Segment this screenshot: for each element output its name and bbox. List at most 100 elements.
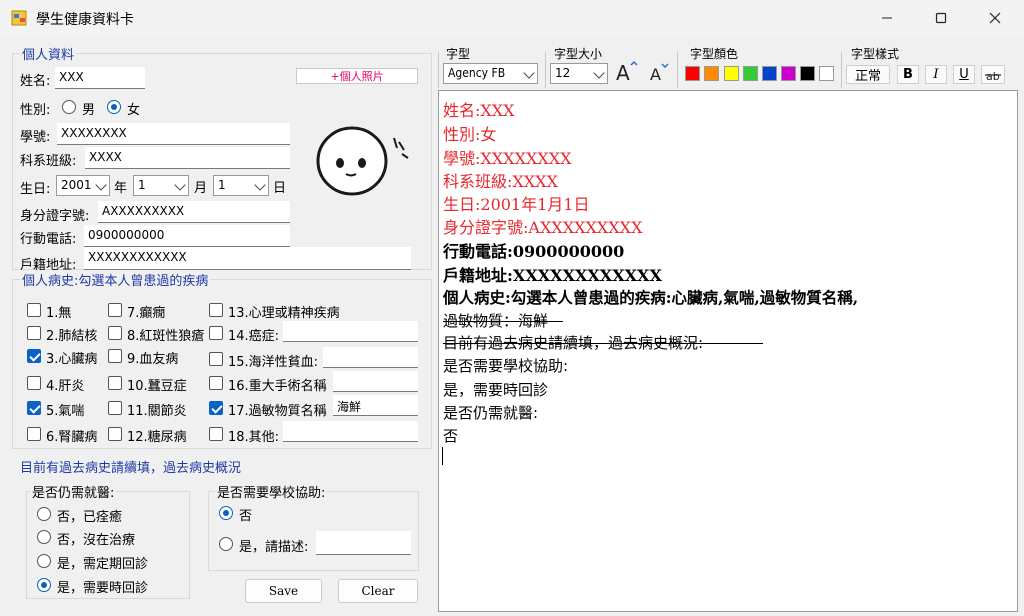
- treatment-radio-2[interactable]: [37, 530, 51, 544]
- past-history-note: 目前有過去病史請續填，過去病史概況: [20, 461, 242, 476]
- editor-line: 學號:XXXXXXXX: [443, 149, 572, 168]
- style-bold-button[interactable]: B: [897, 65, 919, 84]
- checkbox-history-15[interactable]: [209, 352, 223, 366]
- style-underline-button[interactable]: U: [953, 65, 975, 84]
- color-swatch-green[interactable]: [743, 66, 758, 81]
- color-swatch-white[interactable]: [819, 66, 834, 81]
- birth-year-select[interactable]: 2001: [56, 175, 110, 196]
- checkbox-history-2[interactable]: [27, 326, 41, 340]
- allergy-input[interactable]: 海鮮: [333, 395, 418, 416]
- color-swatch-blue[interactable]: [762, 66, 777, 81]
- window-title: 學生健康資料卡: [36, 12, 134, 28]
- phone-label: 行動電話:: [20, 232, 77, 247]
- font-grow-icon[interactable]: A: [613, 58, 639, 84]
- male-label: 男: [82, 103, 96, 118]
- toolbar-divider: [677, 52, 678, 88]
- checkbox-history-9[interactable]: [108, 349, 122, 363]
- size-label: 字型大小: [554, 47, 603, 61]
- student-id-input[interactable]: XXXXXXXX: [57, 123, 290, 145]
- checkbox-history-7[interactable]: [108, 303, 122, 317]
- checkbox-history-6[interactable]: [27, 427, 41, 441]
- size-select[interactable]: 12: [550, 63, 608, 84]
- font-select[interactable]: Agency FB: [443, 63, 538, 84]
- rich-text-editor[interactable]: 姓名:XXX 性別:女 學號:XXXXXXXX 科系班級:XXXX 生日:200…: [438, 90, 1018, 612]
- checkbox-history-3[interactable]: [27, 349, 41, 363]
- add-photo-button[interactable]: +個人照片: [296, 68, 418, 84]
- checkbox-history-13[interactable]: [209, 303, 223, 317]
- color-swatch-yellow[interactable]: [724, 66, 739, 81]
- history-label-7: 7.癲癇: [127, 306, 166, 321]
- style-italic-button[interactable]: I: [925, 65, 947, 84]
- phone-input[interactable]: 0900000000: [84, 225, 290, 247]
- treatment-radio-1[interactable]: [37, 507, 51, 521]
- checkbox-history-5[interactable]: [27, 401, 41, 415]
- male-radio[interactable]: [62, 100, 76, 114]
- color-label: 字型顏色: [690, 47, 739, 61]
- other-input[interactable]: [283, 421, 418, 442]
- assist-no-radio[interactable]: [219, 506, 233, 520]
- assist-no-label: 否: [239, 509, 253, 524]
- editor-line: 是，需要時回診: [443, 381, 549, 399]
- birth-day-select[interactable]: 1: [213, 175, 269, 196]
- editor-line: 生日:2001年1月1日: [443, 195, 590, 214]
- thalassemia-input[interactable]: [323, 347, 418, 368]
- checkbox-history-11[interactable]: [108, 401, 122, 415]
- id-label: 身分證字號:: [20, 209, 90, 224]
- female-radio[interactable]: [107, 100, 121, 114]
- assist-yes-radio[interactable]: [219, 537, 233, 551]
- editor-line: 性別:女: [443, 125, 497, 144]
- minimize-icon[interactable]: [864, 0, 910, 36]
- style-regular-button[interactable]: 正常: [846, 65, 890, 84]
- birth-month-select[interactable]: 1: [133, 175, 189, 196]
- checkbox-history-18[interactable]: [209, 427, 223, 441]
- maximize-icon[interactable]: [918, 0, 964, 36]
- color-swatch-orange[interactable]: [704, 66, 719, 81]
- editor-line: 個人病史:勾選本人曾患過的疾病:心臟病,氣喘,過敏物質名稱,: [443, 288, 859, 307]
- style-label: 字型樣式: [851, 47, 900, 61]
- editor-line: 姓名:XXX: [443, 101, 515, 120]
- treatment-legend: 是否仍需就醫:: [30, 482, 117, 501]
- treatment-radio-4[interactable]: [37, 578, 51, 592]
- checkbox-history-16[interactable]: [209, 376, 223, 390]
- strikethrough-icon[interactable]: ab: [981, 65, 1005, 84]
- id-input[interactable]: AXXXXXXXXX: [98, 201, 290, 223]
- name-label: 姓名:: [20, 74, 51, 89]
- checkbox-history-8[interactable]: [108, 326, 122, 340]
- assist-yes-label: 是，請描述:: [239, 540, 309, 555]
- class-input[interactable]: XXXX: [85, 147, 290, 169]
- save-button[interactable]: Save: [245, 579, 322, 603]
- font-shrink-icon[interactable]: A: [646, 60, 670, 84]
- female-label: 女: [127, 103, 141, 118]
- checkbox-history-1[interactable]: [27, 303, 41, 317]
- gender-label: 性別:: [20, 103, 51, 118]
- address-input[interactable]: XXXXXXXXXXXX: [84, 247, 411, 270]
- assist-legend: 是否需要學校協助:: [215, 482, 328, 501]
- checkbox-history-10[interactable]: [108, 376, 122, 390]
- avatar: [316, 126, 409, 196]
- checkbox-history-14[interactable]: [209, 326, 223, 340]
- treatment-radio-3[interactable]: [37, 554, 51, 568]
- cancer-input[interactable]: [283, 321, 418, 342]
- photo-frame: [296, 88, 418, 238]
- checkbox-history-4[interactable]: [27, 376, 41, 390]
- surgery-input[interactable]: [333, 371, 418, 392]
- editor-line: 戶籍地址:XXXXXXXXXXXX: [443, 266, 662, 285]
- color-swatch-purple[interactable]: [781, 66, 796, 81]
- assist-description-input[interactable]: [316, 531, 411, 555]
- history-label-14: 14.癌症:: [228, 329, 280, 344]
- close-icon[interactable]: [972, 0, 1018, 36]
- strike-line: [443, 321, 563, 322]
- history-label-10: 10.蠶豆症: [127, 379, 187, 394]
- chevron-down-icon: [174, 179, 186, 191]
- text-caret: [442, 447, 443, 465]
- history-label-1: 1.無: [46, 306, 72, 321]
- checkbox-history-12[interactable]: [108, 427, 122, 441]
- clear-button[interactable]: Clear: [338, 579, 418, 603]
- history-label-11: 11.關節炎: [127, 404, 187, 419]
- color-swatch-black[interactable]: [800, 66, 815, 81]
- checkbox-history-17[interactable]: [209, 401, 223, 415]
- treatment-option-3: 是，需定期回診: [57, 557, 149, 572]
- name-input[interactable]: XXX: [55, 67, 145, 89]
- color-swatch-red[interactable]: [685, 66, 700, 81]
- personal-legend: 個人資料: [20, 44, 77, 63]
